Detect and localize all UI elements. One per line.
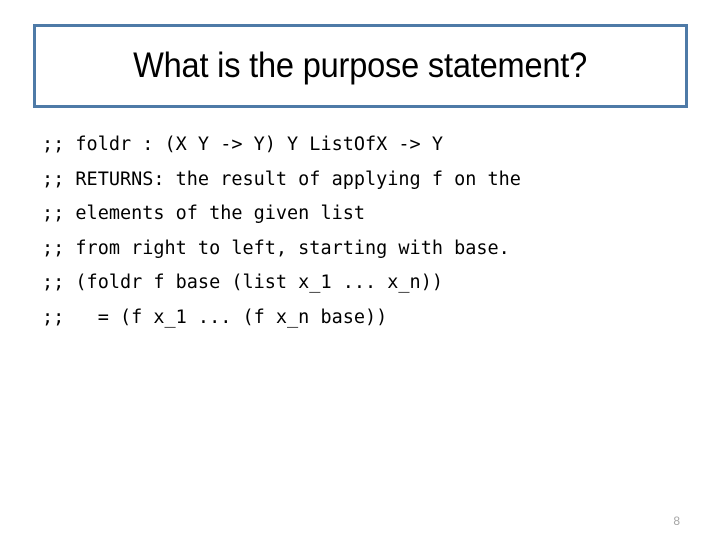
code-block: ;; foldr : (X Y -> Y) Y ListOfX -> Y ;; … <box>42 128 682 336</box>
code-line-2: ;; RETURNS: the result of applying f on … <box>42 168 521 190</box>
code-line-3: ;; elements of the given list <box>42 203 366 225</box>
title-box: What is the purpose statement? <box>33 24 688 108</box>
code-line-5: ;; (foldr f base (list x_1 ... x_n)) <box>42 272 443 294</box>
page-title: What is the purpose statement? <box>133 45 588 85</box>
slide-canvas: What is the purpose statement? ;; foldr … <box>0 0 720 540</box>
page-number: 8 <box>673 514 680 528</box>
code-line-1: ;; foldr : (X Y -> Y) Y ListOfX -> Y <box>42 134 443 155</box>
code-line-6: ;; = (f x_1 ... (f x_n base)) <box>42 306 388 328</box>
code-line-4: ;; from right to left, starting with bas… <box>42 237 510 259</box>
